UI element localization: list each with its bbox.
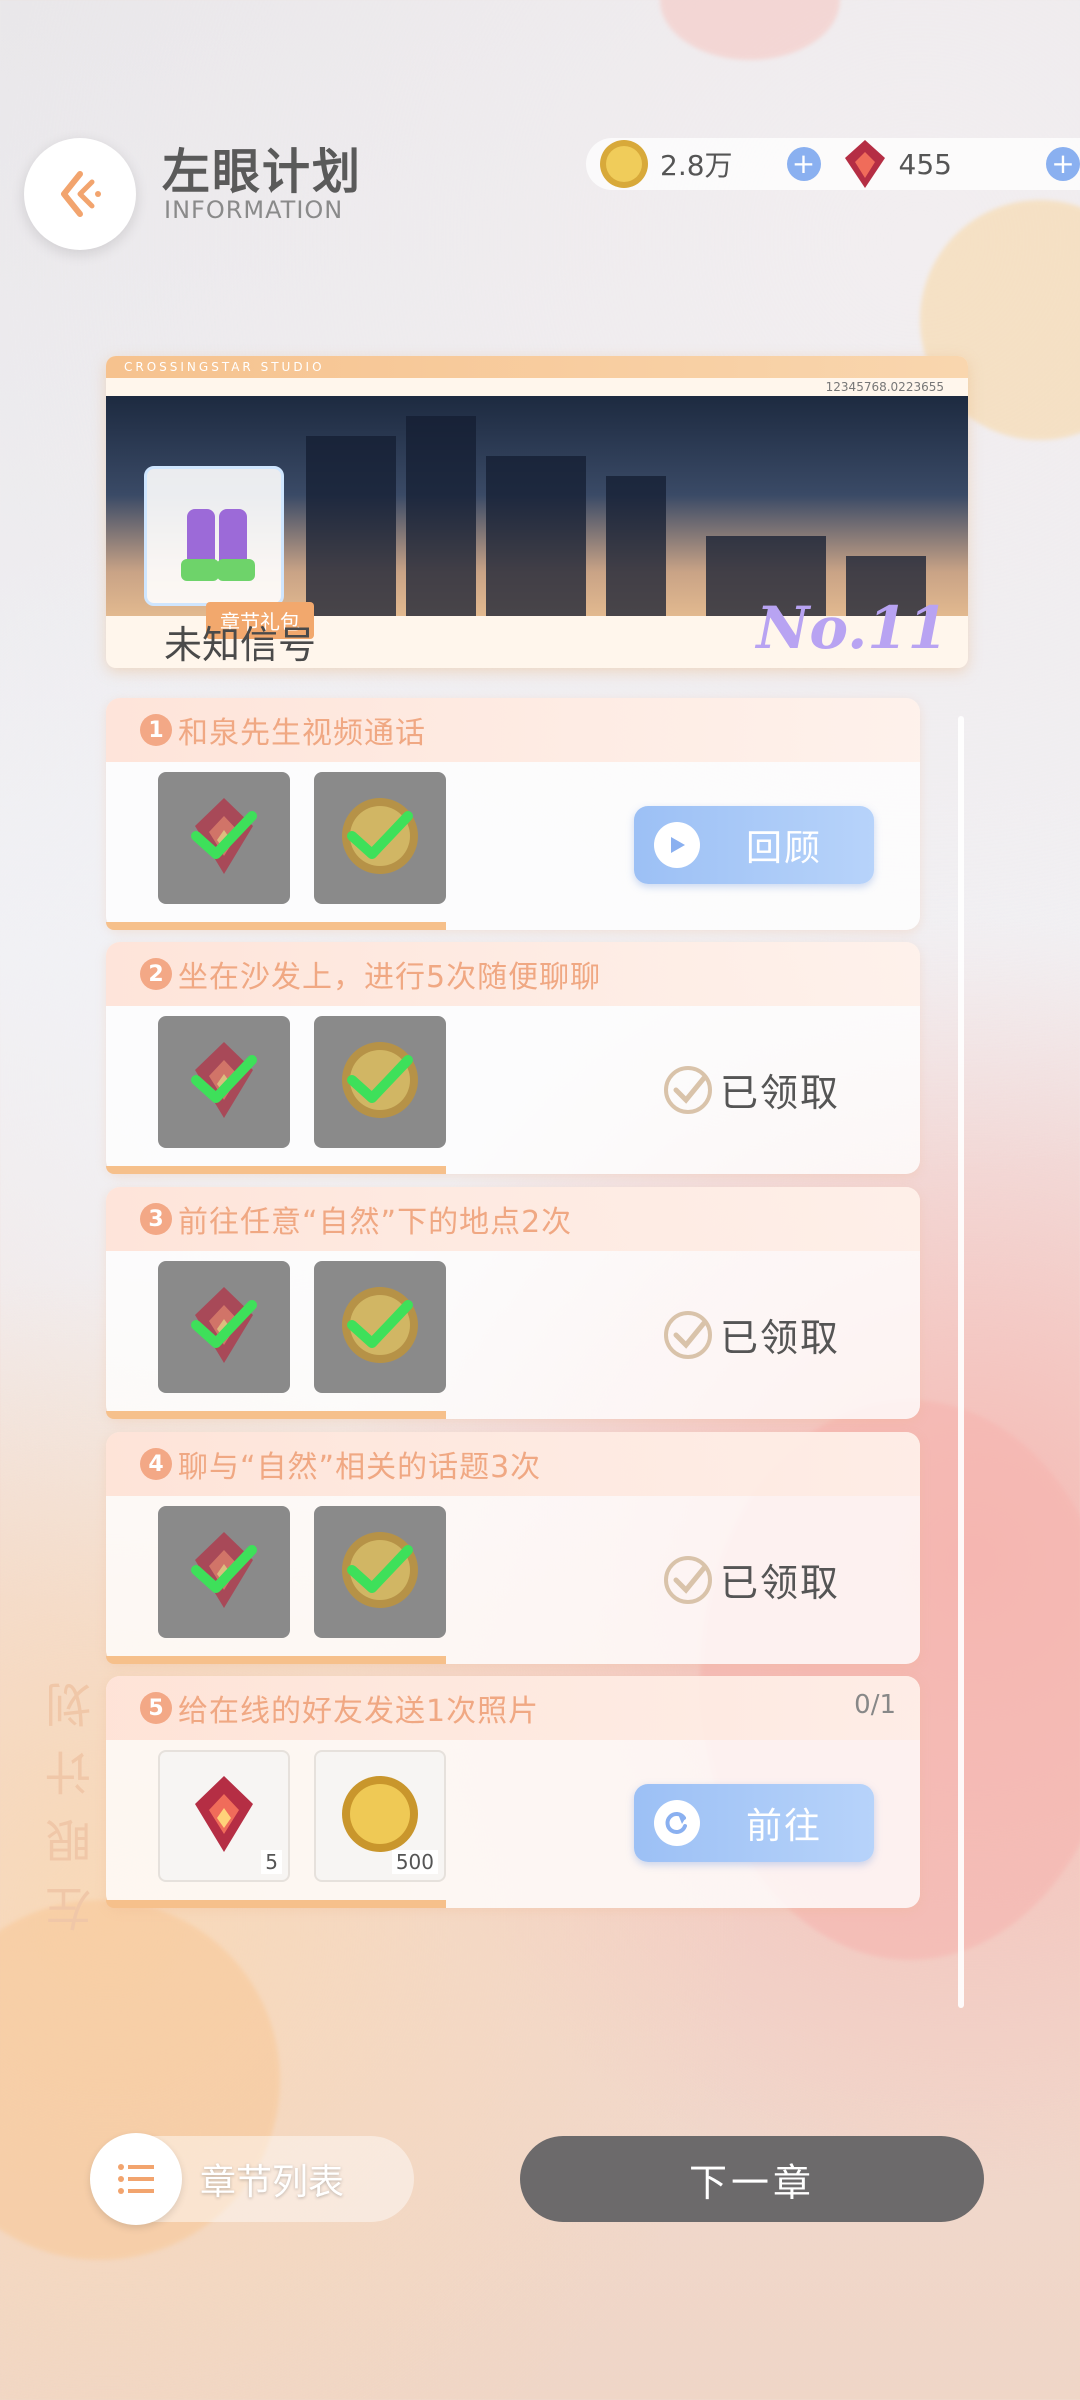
check-icon — [188, 1295, 260, 1359]
task-header: 2 坐在沙发上，进行5次随便聊聊 — [106, 942, 920, 1006]
claimed-label: 已领取 — [719, 1316, 840, 1360]
add-coins-button[interactable]: + — [786, 147, 821, 181]
coin-balance: 2.8万 — [660, 149, 733, 182]
claimed-status: 已领取 — [662, 1062, 840, 1117]
task-body: 已领取 — [106, 1251, 920, 1419]
chapter-list-button[interactable]: 章节列表 — [90, 2133, 414, 2225]
play-icon — [654, 822, 700, 868]
check-icon — [344, 1540, 416, 1604]
task-number: 2 — [140, 958, 172, 990]
check-icon — [344, 806, 416, 870]
card-accent-bar — [106, 1166, 446, 1174]
chapter-number: No.11 — [756, 594, 948, 662]
go-button[interactable]: 前往 — [634, 1784, 874, 1862]
check-icon — [344, 1295, 416, 1359]
card-accent-bar — [106, 1900, 446, 1908]
next-chapter-button[interactable]: 下一章 — [520, 2136, 984, 2222]
task-header: 1 和泉先生视频通话 — [106, 698, 920, 762]
button-label: 回顾 — [746, 828, 823, 869]
review-button[interactable]: 回顾 — [634, 806, 874, 884]
claimed-label: 已领取 — [719, 1071, 840, 1115]
go-icon — [654, 1800, 700, 1846]
chapter-name: 未知信号 — [164, 623, 317, 667]
reward-item[interactable]: 5 — [158, 1750, 290, 1882]
task-body: 已领取 — [106, 1006, 920, 1174]
task-header: 3 前往任意“自然”下的地点2次 — [106, 1187, 920, 1251]
coin-icon — [600, 140, 648, 188]
add-gems-button[interactable]: + — [1045, 147, 1080, 181]
scrollbar[interactable] — [958, 716, 964, 2008]
page-title: 左眼计划 — [162, 144, 363, 200]
task-title: 坐在沙发上，进行5次随便聊聊 — [178, 960, 602, 995]
task-card: 4 聊与“自然”相关的话题3次 已领取 — [106, 1432, 920, 1664]
task-title: 前往任意“自然”下的地点2次 — [178, 1205, 573, 1240]
reward-item[interactable]: 500 — [314, 1750, 446, 1882]
back-button[interactable] — [24, 138, 136, 250]
task-body: 5 500 前往 — [106, 1740, 920, 1908]
card-accent-bar — [106, 1411, 446, 1419]
reward-item[interactable] — [314, 1506, 446, 1638]
reward-count: 5 — [261, 1850, 282, 1874]
reward-item[interactable] — [314, 1016, 446, 1148]
task-title: 和泉先生视频通话 — [178, 716, 426, 751]
task-number: 3 — [140, 1203, 172, 1235]
task-number: 5 — [140, 1692, 172, 1724]
claimed-check-icon — [663, 1065, 712, 1114]
gift-pack-icon[interactable] — [144, 466, 284, 606]
task-header: 5 给在线的好友发送1次照片 0/1 — [106, 1676, 920, 1740]
claimed-status: 已领取 — [662, 1552, 840, 1607]
task-body: 已领取 — [106, 1496, 920, 1664]
button-label: 前往 — [746, 1806, 823, 1847]
back-arrow-icon — [61, 171, 101, 217]
claimed-check-icon — [663, 1310, 712, 1359]
task-card: 2 坐在沙发上，进行5次随便聊聊 已领取 — [106, 942, 920, 1174]
check-icon — [188, 1050, 260, 1114]
task-header: 4 聊与“自然”相关的话题3次 — [106, 1432, 920, 1496]
check-icon — [188, 806, 260, 870]
reward-count: 500 — [391, 1850, 438, 1874]
reward-item[interactable] — [158, 1016, 290, 1148]
reward-item[interactable] — [158, 772, 290, 904]
reward-item[interactable] — [158, 1506, 290, 1638]
card-accent-bar — [106, 1656, 446, 1664]
task-card: 1 和泉先生视频通话 回顾 — [106, 698, 920, 930]
reward-item[interactable] — [314, 772, 446, 904]
gem-balance: 455 — [898, 147, 952, 181]
currency-bar: 2.8万 + 455 + — [586, 138, 1080, 190]
claimed-label: 已领取 — [719, 1561, 840, 1605]
gem-icon — [844, 140, 885, 188]
gem-icon — [189, 1772, 259, 1860]
task-title: 给在线的好友发送1次照片 — [178, 1694, 540, 1729]
task-progress: 0/1 — [854, 1690, 896, 1720]
check-icon — [188, 1540, 260, 1604]
task-card: 5 给在线的好友发送1次照片 0/1 5 500 前往 — [106, 1676, 920, 1908]
chapter-banner: CROSSINGSTAR STUDIO 章节礼包 12345768.022365… — [106, 356, 968, 668]
reward-item[interactable] — [314, 1261, 446, 1393]
check-icon — [344, 1050, 416, 1114]
claimed-check-icon — [663, 1555, 712, 1604]
page-subtitle: INFORMATION — [164, 196, 344, 224]
card-accent-bar — [106, 922, 446, 930]
task-card: 3 前往任意“自然”下的地点2次 已领取 — [106, 1187, 920, 1419]
list-icon — [90, 2133, 182, 2225]
studio-label: CROSSINGSTAR STUDIO — [106, 356, 968, 378]
side-title: 左眼计划 — [44, 1660, 98, 1932]
task-number: 4 — [140, 1448, 172, 1480]
task-body: 回顾 — [106, 762, 920, 930]
chapter-list-label: 章节列表 — [200, 2162, 345, 2203]
reward-item[interactable] — [158, 1261, 290, 1393]
banner-code: 12345768.0223655 — [825, 380, 944, 394]
task-number: 1 — [140, 714, 172, 746]
coin-icon — [338, 1772, 422, 1860]
task-title: 聊与“自然”相关的话题3次 — [178, 1450, 542, 1485]
city-background: 章节礼包 — [106, 396, 968, 639]
claimed-status: 已领取 — [662, 1307, 840, 1362]
